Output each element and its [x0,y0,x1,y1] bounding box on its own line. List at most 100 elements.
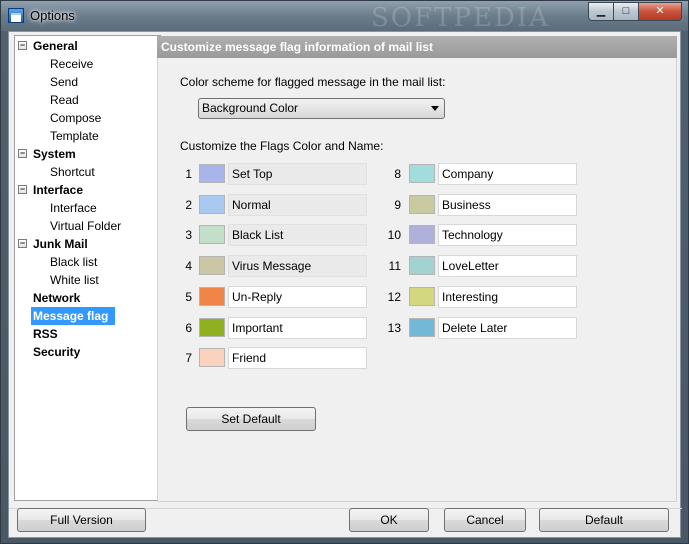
color-scheme-label: Color scheme for flagged message in the … [180,75,446,89]
collapse-icon[interactable]: − [18,185,27,194]
flag-number: 11 [388,259,401,274]
cancel-button[interactable]: Cancel [444,508,526,532]
flag-name-field[interactable]: Friend [228,347,367,370]
tree-item-label: Read [50,93,79,107]
flag-name-field[interactable]: Important [228,316,367,339]
tree-group-interface[interactable]: − Interface [15,181,160,199]
flag-number: 6 [185,320,192,335]
tree-item-label: RSS [33,327,58,341]
flag-row: 10 Technology [387,224,587,247]
flag-name-field[interactable]: Un-Reply [228,285,367,308]
tree-item-label: Virtual Folder [50,219,122,233]
cancel-label: Cancel [466,513,504,527]
flag-name-field: Black List [228,224,367,247]
tree-item-label: Compose [50,111,102,125]
tree-item-virtual-folder[interactable]: Virtual Folder [15,217,160,235]
flag-color-swatch[interactable] [199,225,225,245]
flag-name-field: Normal [228,193,367,216]
color-scheme-dropdown[interactable]: Background Color [198,98,445,119]
flags-label: Customize the Flags Color and Name: [180,139,384,153]
page-body: Color scheme for flagged message in the … [157,58,677,502]
flag-color-swatch[interactable] [409,164,435,183]
tree-item-network[interactable]: Network [15,289,160,307]
set-default-button[interactable]: Set Default [186,407,316,431]
maximize-button[interactable]: □ [613,2,639,21]
tree-item-white-list[interactable]: White list [15,271,160,289]
tree-item-label: Template [50,129,99,143]
full-version-button[interactable]: Full Version [17,508,146,532]
tree-item-security[interactable]: Security [15,343,160,361]
flag-color-swatch[interactable] [409,225,435,245]
flag-color-swatch[interactable] [409,256,435,276]
flag-name-field[interactable]: Delete Later [438,316,577,339]
chevron-down-icon [431,106,439,111]
options-window: SOFTPEDIA Options ▁ □ ✕ − General Receive S… [0,0,689,544]
tree-item-template[interactable]: Template [15,127,160,145]
tree-group-system[interactable]: − System [15,145,160,163]
tree-item-rss[interactable]: RSS [15,325,160,343]
ok-label: OK [380,513,398,527]
flag-color-swatch[interactable] [409,194,435,214]
flag-row: 9 Business [387,193,587,216]
tree-item-label: Black list [50,255,98,269]
default-button[interactable]: Default [539,508,669,532]
tree-item-compose[interactable]: Compose [15,109,160,127]
flag-row: 3 Black List [180,224,380,247]
flag-color-swatch[interactable] [199,348,225,368]
tree-item-read[interactable]: Read [15,91,160,109]
flag-row: 6 Important [180,316,380,339]
tree-item-label: Security [33,345,81,359]
color-scheme-value: Background Color [202,101,299,115]
minimize-button[interactable]: ▁ [588,2,614,21]
flag-color-swatch[interactable] [409,317,435,337]
dialog-client-area: − General Receive Send Read Compose Template − S… [8,31,682,538]
flag-number: 9 [394,197,401,212]
flag-row: 1 Set Top [180,163,380,185]
flag-number: 7 [185,351,192,366]
flag-color-swatch[interactable] [199,194,225,214]
app-window-icon [8,8,24,23]
flag-name-field[interactable]: Technology [438,224,577,247]
collapse-icon[interactable]: − [18,239,27,248]
flag-row: 4 Virus Message [180,255,380,278]
flag-number: 2 [185,197,192,212]
title-watermark: SOFTPEDIA [371,3,550,33]
flag-row: 11 LoveLetter [387,255,587,278]
title-bar[interactable]: SOFTPEDIA Options ▁ □ ✕ [1,1,688,33]
flag-name-field[interactable]: LoveLetter [438,255,577,278]
tree-item-shortcut[interactable]: Shortcut [15,163,160,181]
page-title: Customize message flag information of ma… [157,36,677,58]
flag-number: 12 [387,289,401,304]
tree-group-junk-mail[interactable]: − Junk Mail [15,235,160,253]
tree-item-label: Receive [50,57,94,71]
flag-color-swatch[interactable] [409,286,435,306]
tree-item-label: Network [33,291,81,305]
tree-item-message-flag[interactable]: Message flag [15,307,160,325]
ok-button[interactable]: OK [349,508,429,532]
flag-number: 10 [387,228,401,243]
flag-color-swatch[interactable] [199,317,225,337]
flag-name-field: Virus Message [228,255,367,278]
flag-color-swatch[interactable] [199,286,225,306]
options-category-tree[interactable]: − General Receive Send Read Compose Template − S… [14,35,161,501]
tree-item-receive[interactable]: Receive [15,55,160,73]
tree-group-label: Junk Mail [33,237,88,251]
flag-color-swatch[interactable] [199,164,225,183]
tree-item-black-list[interactable]: Black list [15,253,160,271]
tree-item-send[interactable]: Send [15,73,160,91]
message-flag-page: Customize message flag information of ma… [157,36,677,502]
flag-name-field[interactable]: Company [438,163,577,185]
tree-group-label: System [33,147,76,161]
full-version-label: Full Version [50,513,113,527]
close-button[interactable]: ✕ [638,2,682,21]
tree-group-general[interactable]: − General [15,37,160,55]
flag-name-field[interactable]: Interesting [438,285,577,308]
flag-color-swatch[interactable] [199,256,225,276]
flag-row: 5 Un-Reply [180,285,380,308]
flag-row: 7 Friend [180,347,380,370]
collapse-icon[interactable]: − [18,41,27,50]
collapse-icon[interactable]: − [18,149,27,158]
flag-number: 13 [387,320,401,335]
flag-name-field[interactable]: Business [438,193,577,216]
tree-item-interface[interactable]: Interface [15,199,160,217]
